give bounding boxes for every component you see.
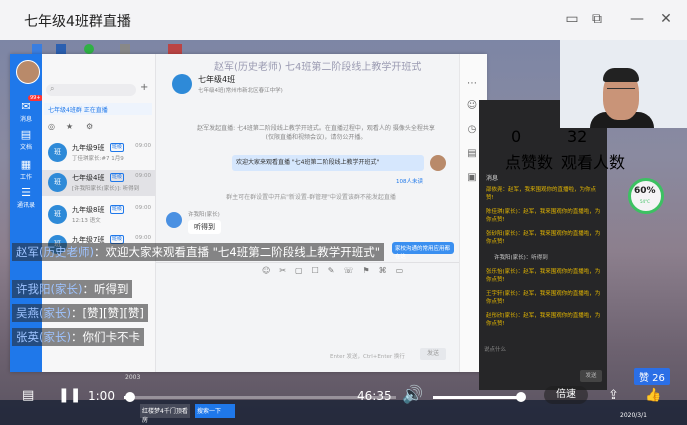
- star-icon[interactable]: ★: [66, 122, 73, 131]
- message-bubble: 欢迎大家来观看直播 "七4班第二阶段线上教学开班式": [232, 155, 424, 171]
- glasses: [607, 88, 635, 95]
- messages-title: 消息: [486, 175, 499, 182]
- gear-icon[interactable]: ⚙: [86, 122, 93, 131]
- danmaku-icon[interactable]: ▤: [22, 388, 34, 403]
- send-button[interactable]: 发送: [420, 348, 446, 360]
- list-item[interactable]: 班 九年级9班 班级 09:00 丁佳琪家长:#7 1月9: [42, 140, 155, 166]
- list-item: 赵彤欣(家长)：赵军，我来围观你的直播啦，为你点赞!: [486, 313, 601, 327]
- search-input[interactable]: [46, 84, 136, 96]
- comment-overlay: 张英(家长)：你们卡不卡: [12, 328, 144, 346]
- word-icon: [56, 44, 66, 54]
- list-item: 张砂阳(家长)：赵军，我来围观你的直播啦，为你点赞!: [486, 231, 601, 245]
- current-time: 1:00: [88, 389, 115, 403]
- app-icon-green: [84, 44, 94, 54]
- at-icon[interactable]: ◎: [48, 122, 55, 131]
- filter-row: ◎ ★ ⚙: [46, 122, 150, 132]
- teacher-hair: [603, 68, 639, 82]
- list-item: 张乐怡(家长)：赵军，我来围观你的直播啦，为你点赞!: [486, 269, 601, 283]
- progress-track[interactable]: [124, 396, 396, 399]
- live-send-button[interactable]: 发送: [580, 370, 602, 382]
- group-avatar: 班: [48, 173, 67, 192]
- rail-work[interactable]: ▦ 工作: [10, 158, 42, 181]
- avatar[interactable]: [16, 60, 40, 84]
- list-item: 许我阳(家长)：听得到: [494, 255, 548, 261]
- grid-icon: ▦: [20, 158, 32, 171]
- avatar: [430, 155, 446, 171]
- app-icon-red: [168, 44, 182, 54]
- viewers-label: 观看人数: [561, 153, 626, 172]
- volume-knob[interactable]: [516, 392, 526, 402]
- chat-subtitle: 七年级4班(常州市新北区春江中学): [198, 88, 283, 94]
- list-item[interactable]: 班 九年级8班 班级 09:00 12:13 语文: [42, 202, 155, 228]
- share-icon[interactable]: ⇪: [608, 388, 619, 403]
- app-icon: [32, 44, 42, 54]
- rail-messages[interactable]: ✉ 消息: [10, 100, 42, 123]
- rail-docs[interactable]: ▤ 文档: [10, 128, 42, 151]
- divider: [156, 262, 459, 263]
- search-icon: ⌕: [50, 84, 55, 93]
- speed-button[interactable]: 倍速: [544, 386, 588, 404]
- contacts-icon: ☰: [21, 186, 31, 199]
- sender-name: 许我阳(家长): [188, 212, 220, 218]
- app-icon-gray: [120, 44, 130, 54]
- hint-button[interactable]: 家校沟通的常用应用都在这: [392, 242, 454, 260]
- progress-knob[interactable]: [124, 392, 135, 402]
- close-icon[interactable]: ✕: [659, 12, 673, 26]
- system-notice-2: 群主可在群设置中开启"新设置-群管理"中设置该群不能发起直播: [226, 194, 396, 201]
- comment-overlay: 许我阳(家长)：听得到: [12, 280, 133, 298]
- list-item[interactable]: 班 七年级4班 班级 09:00 [许我阳家长(家长)]: 听得到: [42, 170, 155, 196]
- minimize-icon[interactable]: —: [630, 12, 644, 26]
- likes-label: 点赞数: [505, 153, 554, 172]
- group-avatar: 班: [48, 143, 67, 162]
- unread-badge: 99+: [28, 95, 43, 101]
- rail-contacts[interactable]: ☰ 通讯录: [10, 186, 42, 209]
- avatar: [166, 212, 182, 228]
- screen-icon[interactable]: ▭: [565, 12, 579, 26]
- pip-icon[interactable]: ⧉: [590, 12, 604, 26]
- read-count[interactable]: 108人未读: [396, 177, 423, 185]
- cpu-gauge[interactable]: 60% 54°C: [628, 178, 664, 214]
- group-avatar: [172, 74, 192, 94]
- pause-icon[interactable]: ❚❚: [58, 387, 81, 403]
- like-icon[interactable]: 👍: [645, 388, 661, 403]
- message-bubble: 听得到: [188, 220, 221, 234]
- doc-icon: ▤: [20, 128, 32, 141]
- viewer-count: 32: [567, 127, 588, 146]
- window-titlebar: 七年级4班群直播 ▭ ⧉ — ✕: [0, 0, 687, 41]
- chat-title: 七年级4班: [198, 75, 236, 84]
- system-notice: 赵军发起直播: 七4班第二阶段线上教学开班式。在直播过程中，观看人的 摄像头全程…: [197, 125, 435, 141]
- list-item: 王宇轩(家长)：赵军，我来围观你的直播啦，为你点赞!: [486, 291, 601, 305]
- live-input[interactable]: 说点什么: [484, 345, 506, 353]
- comment-overlay: 赵军(历史老师)：欢迎大家来观看直播 "七4班第二阶段线上教学开班式": [12, 243, 385, 261]
- input-placeholder: Enter 发送，Ctrl+Enter 换行: [330, 354, 405, 360]
- list-item: 陈佳琪(家长)：赵军，我来围观你的直播啦，为你点赞!: [486, 209, 601, 223]
- likes-count: 0: [511, 127, 522, 146]
- volume-fill: [433, 396, 521, 399]
- more-icon[interactable]: ⋯: [463, 78, 481, 89]
- live-banner[interactable]: 七年级4班群 正在直播: [44, 103, 152, 115]
- add-icon[interactable]: +: [140, 82, 148, 93]
- window-title: 七年级4班群直播: [24, 14, 131, 30]
- list-item: 邵依尧：赵军，我来围观你的直播啦，为你点赞!: [486, 187, 597, 201]
- input-toolbar[interactable]: ☺✂▢☐✎☏⚑⌘▭: [262, 266, 452, 276]
- group-avatar: 班: [48, 205, 67, 224]
- comment-overlay: 吴燕(家长)：[赞][赞][赞]: [12, 304, 148, 322]
- chat-icon: ✉: [21, 100, 31, 113]
- window-header: 赵军(历史老师) 七4班第二阶段线上教学开班式: [214, 62, 422, 73]
- total-time: 46:35: [357, 389, 392, 403]
- volume-icon[interactable]: 🔊: [402, 385, 423, 405]
- year-label: 2003: [125, 374, 141, 381]
